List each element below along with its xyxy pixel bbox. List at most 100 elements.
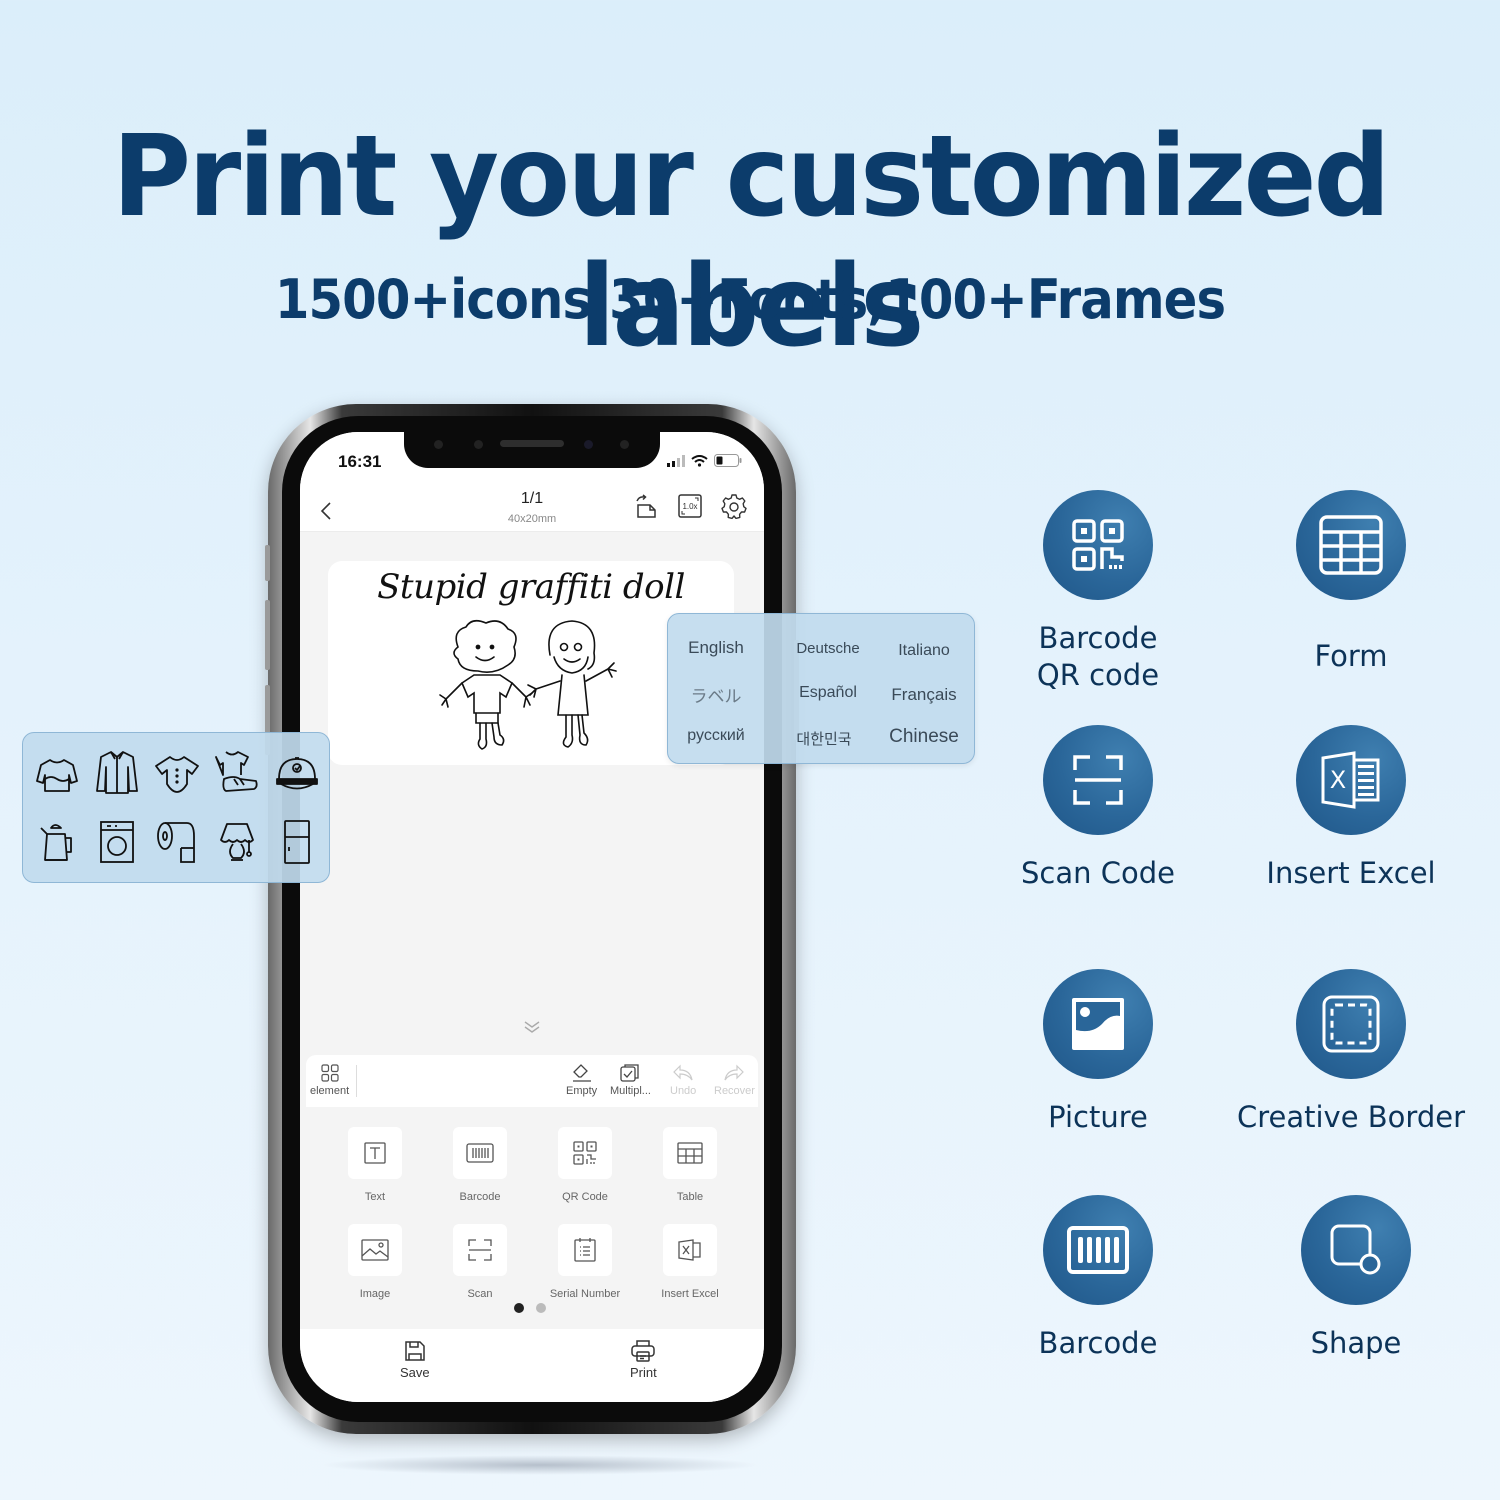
printer-icon — [631, 1340, 656, 1362]
lamp-icon[interactable] — [213, 817, 261, 867]
undo-button[interactable]: Undo — [670, 1061, 696, 1097]
empty-button[interactable]: Empty — [566, 1061, 597, 1097]
element-button[interactable]: element — [310, 1061, 349, 1097]
save-label: Save — [400, 1365, 430, 1380]
headline: Print your customized labels — [112, 112, 1390, 372]
feature-label: Shape — [1310, 1326, 1402, 1360]
redo-icon — [724, 1064, 745, 1081]
recover-button[interactable]: Recover — [714, 1061, 755, 1097]
element-image[interactable]: Image — [325, 1224, 425, 1300]
language-option[interactable]: Español — [778, 684, 878, 702]
rotate-button[interactable] — [632, 492, 660, 520]
shape-icon — [1330, 1224, 1381, 1275]
svg-text:X: X — [1330, 766, 1346, 794]
scan-icon — [1073, 755, 1123, 805]
label-canvas[interactable]: Stupid graffiti doll — [300, 533, 764, 1053]
multiple-label: Multipl... — [610, 1085, 651, 1097]
qr-code-icon — [573, 1141, 597, 1165]
page-dots — [514, 1303, 546, 1313]
excel-icon: X — [1321, 751, 1380, 809]
wifi-icon — [691, 454, 708, 467]
baby-onesie-icon[interactable] — [153, 749, 201, 799]
element-table[interactable]: Table — [640, 1127, 740, 1203]
feature-label: Barcode QR code — [1036, 621, 1160, 692]
save-button[interactable]: Save — [400, 1339, 430, 1380]
phone-screen: 16:31 1/1 40x20mm 1.0x Stupid graffiti d… — [300, 432, 764, 1402]
element-toolbar: element Empty Multipl... Undo Recover — [306, 1055, 758, 1107]
toilet-paper-icon[interactable] — [153, 817, 201, 867]
scan-icon — [468, 1239, 492, 1261]
expand-button[interactable] — [521, 1017, 543, 1037]
element-scan[interactable]: Scan — [430, 1224, 530, 1300]
signal-icon — [667, 454, 685, 467]
back-button[interactable] — [314, 496, 338, 526]
language-option[interactable]: ラベル — [666, 682, 766, 707]
language-option[interactable]: русский — [666, 727, 766, 745]
feature-insert-excel: X Insert Excel — [1201, 725, 1500, 892]
element-insert-excel[interactable]: Insert Excel — [640, 1224, 740, 1300]
picture-icon — [1072, 998, 1124, 1050]
excel-icon — [678, 1239, 701, 1261]
svg-text:1.0x: 1.0x — [682, 502, 697, 511]
print-label: Print — [630, 1365, 657, 1380]
recover-label: Recover — [714, 1085, 755, 1097]
feature-label: Form — [1314, 639, 1388, 673]
feature-label: Scan Code — [1021, 856, 1175, 890]
feature-label: Creative Border — [1236, 1100, 1466, 1134]
feature-label: Picture — [1048, 1100, 1148, 1134]
editor-top-bar: 1/1 40x20mm 1.0x — [300, 490, 764, 532]
phone-shadow — [320, 1455, 760, 1475]
qr-code-icon — [1072, 519, 1124, 571]
print-button[interactable]: Print — [630, 1339, 657, 1380]
cap-icon[interactable] — [273, 749, 321, 799]
barcode-icon — [466, 1143, 494, 1163]
elements-panel: Text Barcode QR Code Table Image Scan Se… — [300, 1107, 764, 1329]
grid-icon — [320, 1064, 339, 1082]
empty-label: Empty — [566, 1085, 598, 1097]
feature-label: Insert Excel — [1266, 856, 1436, 890]
element-text[interactable]: Text — [325, 1127, 425, 1203]
page-dot-active[interactable] — [514, 1303, 524, 1313]
kettle-icon[interactable] — [33, 817, 81, 867]
element-barcode[interactable]: Barcode — [430, 1127, 530, 1203]
doodle-children-image[interactable] — [438, 617, 638, 757]
settings-button[interactable] — [720, 492, 748, 520]
sweater-icon[interactable] — [33, 751, 81, 801]
shirt-icon[interactable] — [93, 747, 141, 797]
zoom-button[interactable]: 1.0x — [676, 492, 704, 520]
multiple-select-button[interactable]: Multipl... — [610, 1061, 651, 1097]
text-icon — [364, 1142, 386, 1164]
fridge-icon[interactable] — [273, 817, 321, 867]
status-time: 16:31 — [338, 452, 382, 471]
undo-icon — [673, 1064, 693, 1081]
rotate-icon — [636, 494, 656, 518]
tshirt-sneaker-icon[interactable] — [213, 747, 261, 797]
language-option[interactable]: English — [666, 638, 766, 658]
status-bar: 16:31 — [300, 432, 764, 492]
status-icons — [667, 454, 742, 467]
zoom-icon: 1.0x — [678, 494, 702, 518]
subheadline: 1500+icons,30+Fonts,100+Frames — [274, 268, 1226, 331]
settings-icon — [721, 494, 747, 519]
feature-form: Form — [1201, 490, 1500, 675]
multi-select-icon — [620, 1064, 640, 1082]
image-icon — [361, 1239, 389, 1261]
back-icon — [320, 502, 331, 520]
undo-label: Undo — [670, 1085, 697, 1097]
element-label: element — [310, 1085, 350, 1097]
washing-machine-icon[interactable] — [93, 817, 141, 867]
feature-creative-border: Creative Border — [1201, 969, 1500, 1136]
serial-number-icon — [574, 1238, 596, 1262]
feature-barcode: Barcode — [948, 1195, 1248, 1362]
eraser-icon — [572, 1064, 591, 1082]
language-option[interactable]: 대한민국 — [774, 728, 874, 749]
border-icon — [1322, 995, 1380, 1053]
page-dot[interactable] — [536, 1303, 546, 1313]
label-title[interactable]: Stupid graffiti doll — [328, 567, 734, 607]
element-qr-code[interactable]: QR Code — [535, 1127, 635, 1203]
feature-shape: Shape — [1206, 1195, 1500, 1362]
language-option[interactable]: Deutsche — [778, 640, 878, 657]
element-serial-number[interactable]: Serial Number — [535, 1224, 635, 1300]
mute-switch — [265, 545, 270, 581]
save-icon — [405, 1341, 425, 1361]
